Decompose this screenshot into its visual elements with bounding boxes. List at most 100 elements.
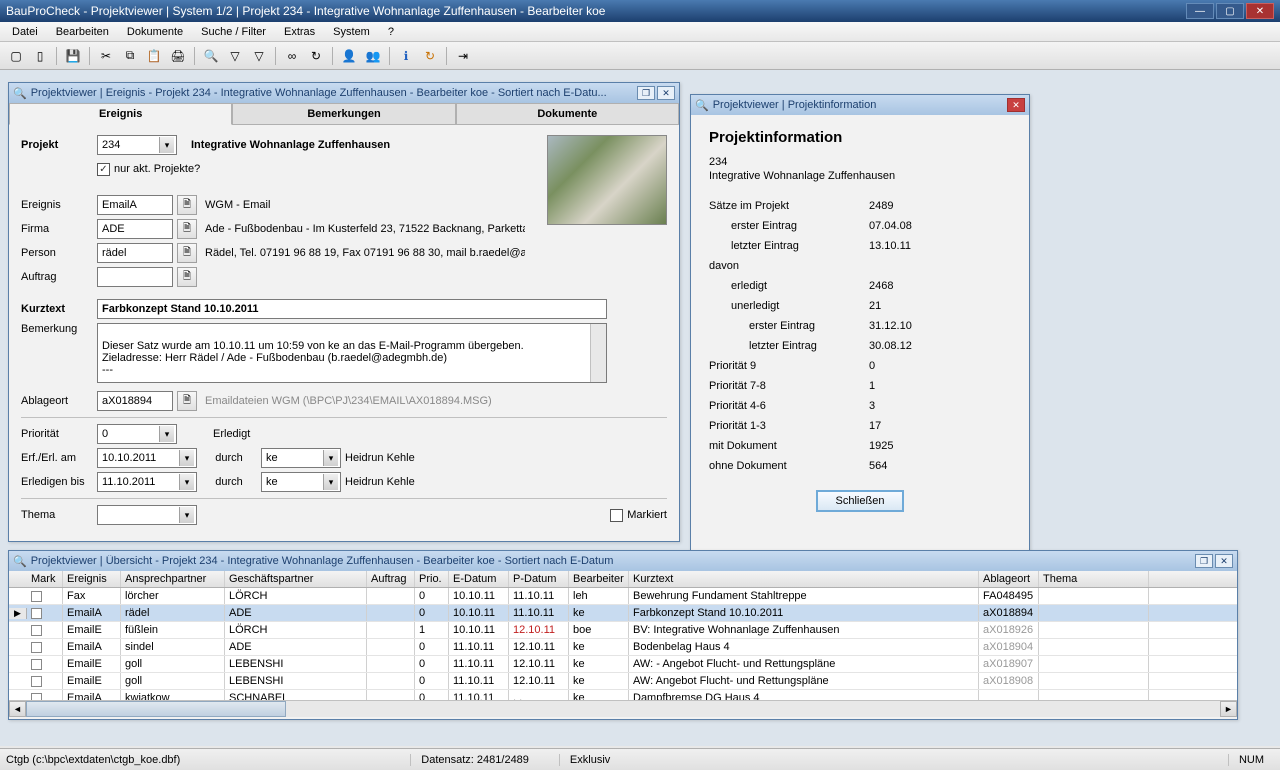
find-icon[interactable]: 🔍: [201, 46, 221, 66]
paste-icon[interactable]: 📋: [144, 46, 164, 66]
prioritaet-combo[interactable]: 0: [97, 424, 177, 444]
cut-icon[interactable]: ✂: [96, 46, 116, 66]
schliessen-button[interactable]: Schließen: [816, 490, 905, 512]
firma-input[interactable]: ADE: [97, 219, 173, 239]
menu-extras[interactable]: Extras: [276, 24, 323, 40]
uebersicht-max-button[interactable]: ❐: [1195, 554, 1213, 568]
refresh-icon[interactable]: ↻: [306, 46, 326, 66]
firma-lookup-icon[interactable]: 🗎: [177, 219, 197, 239]
print-icon[interactable]: 🖨: [168, 46, 188, 66]
label-kurztext: Kurztext: [21, 303, 97, 315]
ereignis-lookup-icon[interactable]: 🗎: [177, 195, 197, 215]
maximize-button[interactable]: ▢: [1216, 3, 1244, 19]
label-auftrag: Auftrag: [21, 271, 97, 283]
bemerkung-textarea[interactable]: Dieser Satz wurde am 10.10.11 um 10:59 v…: [97, 323, 607, 383]
table-row[interactable]: EmailAkwiatkowSCHNABEL011.10.11. .keDamp…: [9, 690, 1237, 700]
col-ansprechpartner[interactable]: Ansprechpartner: [121, 571, 225, 587]
ereignis-maximize-button[interactable]: ❐: [637, 86, 655, 100]
toolbar: ▢ ▯ 💾 ✂ ⧉ 📋 🖨 🔍 ▽ ▽ ∞ ↻ 👤 👥 ℹ ↻ ⇥: [0, 42, 1280, 70]
tab-ereignis[interactable]: Ereignis: [9, 103, 232, 125]
person-lookup-icon[interactable]: 🗎: [177, 243, 197, 263]
col-prio[interactable]: Prio.: [415, 571, 449, 587]
info-row: Sätze im Projekt2489: [709, 196, 1011, 216]
info-icon[interactable]: ℹ: [396, 46, 416, 66]
projektinfo-title: Projektviewer | Projektinformation: [713, 99, 1005, 111]
save-icon[interactable]: 💾: [63, 46, 83, 66]
status-mode: Exklusiv: [559, 754, 620, 766]
info-row: letzter Eintrag13.10.11: [709, 236, 1011, 256]
scrollbar[interactable]: [590, 324, 606, 382]
durch1-combo[interactable]: ke: [261, 448, 341, 468]
col-edatum[interactable]: E-Datum: [449, 571, 509, 587]
projektinfo-heading: Projektinformation: [709, 129, 1011, 146]
col-ablageort[interactable]: Ablageort: [979, 571, 1039, 587]
info-row: Priorität 1-317: [709, 416, 1011, 436]
table-row[interactable]: EmailEgollLEBENSHI011.10.1112.10.11keAW:…: [9, 656, 1237, 673]
magnifier-icon: 🔍: [13, 87, 27, 100]
col-mark[interactable]: Mark: [27, 571, 63, 587]
table-row[interactable]: ▶EmailArädelADE010.10.1111.10.11keFarbko…: [9, 605, 1237, 622]
col-thema[interactable]: Thema: [1039, 571, 1149, 587]
copy-icon[interactable]: ⧉: [120, 46, 140, 66]
auftrag-input[interactable]: [97, 267, 173, 287]
table-row[interactable]: FaxlörcherLÖRCH010.10.1111.10.11lehBeweh…: [9, 588, 1237, 605]
thema-combo[interactable]: [97, 505, 197, 525]
link-icon[interactable]: ∞: [282, 46, 302, 66]
magnifier-icon: 🔍: [13, 555, 27, 568]
nur-akt-checkbox[interactable]: ✓nur akt. Projekte?: [97, 163, 200, 176]
reload-icon[interactable]: ↻: [420, 46, 440, 66]
projektinfo-close-button[interactable]: ✕: [1007, 98, 1025, 112]
ereignis-close-button[interactable]: ✕: [657, 86, 675, 100]
window-titlebar: BauProCheck - Projektviewer | System 1/2…: [0, 0, 1280, 22]
horizontal-scrollbar[interactable]: ◄►: [9, 700, 1237, 717]
projektinfo-id: 234: [709, 156, 1011, 168]
minimize-button[interactable]: —: [1186, 3, 1214, 19]
menu-bearbeiten[interactable]: Bearbeiten: [48, 24, 117, 40]
menu-system[interactable]: System: [325, 24, 378, 40]
tab-dokumente[interactable]: Dokumente: [456, 103, 679, 124]
ereignis-window-title: Projektviewer | Ereignis - Projekt 234 -…: [31, 87, 635, 99]
info-row: erledigt2468: [709, 276, 1011, 296]
close-button[interactable]: ✕: [1246, 3, 1274, 19]
open-icon[interactable]: ▯: [30, 46, 50, 66]
label-person: Person: [21, 247, 97, 259]
info-row: Priorität 4-63: [709, 396, 1011, 416]
table-row[interactable]: EmailAsindelADE011.10.1112.10.11keBodenb…: [9, 639, 1237, 656]
new-icon[interactable]: ▢: [6, 46, 26, 66]
table-row[interactable]: EmailEfüßleinLÖRCH110.10.1112.10.11boeBV…: [9, 622, 1237, 639]
col-auftrag[interactable]: Auftrag: [367, 571, 415, 587]
projekt-combo[interactable]: 234: [97, 135, 177, 155]
durch2-combo[interactable]: ke: [261, 472, 341, 492]
table-row[interactable]: EmailEgollLEBENSHI011.10.1112.10.11keAW:…: [9, 673, 1237, 690]
menu--[interactable]: ?: [380, 24, 402, 40]
ablageort-lookup-icon[interactable]: 🗎: [177, 391, 197, 411]
ereignis-window: 🔍 Projektviewer | Ereignis - Projekt 234…: [8, 82, 680, 542]
filter2-icon[interactable]: ▽: [249, 46, 269, 66]
col-kurztext[interactable]: Kurztext: [629, 571, 979, 587]
tab-bemerkungen[interactable]: Bemerkungen: [232, 103, 455, 124]
ablageort-input[interactable]: aX018894: [97, 391, 173, 411]
person-input[interactable]: rädel: [97, 243, 173, 263]
kurztext-input[interactable]: Farbkonzept Stand 10.10.2011: [97, 299, 607, 319]
exit-icon[interactable]: ⇥: [453, 46, 473, 66]
uebersicht-close-button[interactable]: ✕: [1215, 554, 1233, 568]
status-num: NUM: [1228, 754, 1274, 766]
menu-dokumente[interactable]: Dokumente: [119, 24, 191, 40]
filter-icon[interactable]: ▽: [225, 46, 245, 66]
col-geschaeftspartner[interactable]: Geschäftspartner: [225, 571, 367, 587]
col-pdatum[interactable]: P-Datum: [509, 571, 569, 587]
col-ereignis[interactable]: Ereignis: [63, 571, 121, 587]
col-bearbeiter[interactable]: Bearbeiter: [569, 571, 629, 587]
users-icon[interactable]: 👥: [363, 46, 383, 66]
auftrag-lookup-icon[interactable]: 🗎: [177, 267, 197, 287]
erf-erl-date[interactable]: 10.10.2011: [97, 448, 197, 468]
user-icon[interactable]: 👤: [339, 46, 359, 66]
markiert-checkbox[interactable]: Markiert: [610, 509, 667, 522]
durch2-text: Heidrun Kehle: [345, 476, 415, 488]
menu-datei[interactable]: Datei: [4, 24, 46, 40]
ereignis-input[interactable]: EmailA: [97, 195, 173, 215]
erledigen-bis-date[interactable]: 11.10.2011: [97, 472, 197, 492]
menu-suche-filter[interactable]: Suche / Filter: [193, 24, 274, 40]
info-row: mit Dokument1925: [709, 436, 1011, 456]
uebersicht-title: Projektviewer | Übersicht - Projekt 234 …: [31, 555, 1193, 567]
